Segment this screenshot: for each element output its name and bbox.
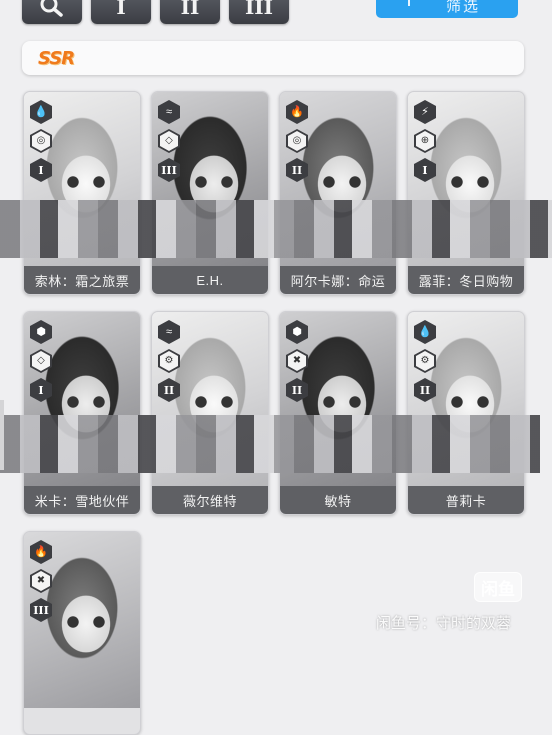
filter-button[interactable]: 筛选 [376, 0, 518, 18]
character-card[interactable]: ≈ ◇ III E.H. [151, 91, 269, 295]
search-icon [40, 0, 63, 17]
rank-1-filter-button[interactable]: I [91, 0, 151, 24]
shield-icon: ◇ [30, 349, 52, 373]
rank-badge: II [158, 378, 180, 402]
rank-badge: I [30, 378, 52, 402]
character-card[interactable]: 💧 ◎ I 索林：霜之旅票 [23, 91, 141, 295]
top-toolbar: I II III 筛选 [0, 0, 552, 30]
crosshair-icon: ⊕ [414, 129, 436, 153]
rank-3-filter-button[interactable]: III [229, 0, 289, 24]
character-name: E.H. [152, 266, 268, 294]
character-card[interactable]: 🔥 ◎ II 阿尔卡娜：命运 [279, 91, 397, 295]
character-name: 露菲：冬日购物 [408, 266, 524, 294]
target-icon: ◎ [286, 129, 308, 153]
character-name: 阿尔卡娜：命运 [280, 266, 396, 294]
wind-icon: ≈ [158, 320, 180, 344]
character-card[interactable]: 🔥 ✖ III [23, 531, 141, 735]
character-card[interactable]: ⬢ ✖ II 敏特 [279, 311, 397, 515]
iron-icon: ⬢ [286, 320, 308, 344]
character-card[interactable]: ≈ ⚙ II 薇尔维特 [151, 311, 269, 515]
water-drop-icon: 💧 [30, 100, 52, 124]
cross-icon: ✖ [30, 569, 52, 593]
rank-badge: III [158, 158, 180, 182]
shield-icon: ◇ [158, 129, 180, 153]
rank-badge: II [286, 158, 308, 182]
rank-badge: II [414, 378, 436, 402]
rank-badge: III [30, 598, 52, 622]
character-name: 普莉卡 [408, 486, 524, 514]
watermark-logo: 闲鱼 [474, 572, 522, 602]
rarity-header: SSR [22, 41, 524, 75]
rank-badge: I [414, 158, 436, 182]
character-name: 敏特 [280, 486, 396, 514]
character-card[interactable]: ⚡ ⊕ I 露菲：冬日购物 [407, 91, 525, 295]
filter-label: 筛选 [446, 0, 481, 15]
filter-icon [408, 0, 410, 6]
character-card[interactable]: ⬢ ◇ I 米卡：雪地伙伴 [23, 311, 141, 515]
left-edge-handle [0, 400, 4, 470]
fire-icon: 🔥 [30, 540, 52, 564]
iron-icon: ⬢ [30, 320, 52, 344]
character-name: 索林：霜之旅票 [24, 266, 140, 294]
lightning-icon: ⚡ [414, 100, 436, 124]
character-name: 薇尔维特 [152, 486, 268, 514]
character-name: 米卡：雪地伙伴 [24, 486, 140, 514]
watermark-text: 闲鱼号：守时的双蓉 [376, 615, 512, 632]
rank-badge: I [30, 158, 52, 182]
ssr-rarity-label: SSR [38, 48, 75, 69]
rank-2-filter-button[interactable]: II [160, 0, 220, 24]
cross-icon: ✖ [286, 349, 308, 373]
water-drop-icon: 💧 [414, 320, 436, 344]
rank-badge: II [286, 378, 308, 402]
gear-icon: ⚙ [414, 349, 436, 373]
wind-icon: ≈ [158, 100, 180, 124]
fire-icon: 🔥 [286, 100, 308, 124]
character-card[interactable]: 💧 ⚙ II 普莉卡 [407, 311, 525, 515]
target-icon: ◎ [30, 129, 52, 153]
gear-icon: ⚙ [158, 349, 180, 373]
search-button[interactable] [22, 0, 82, 24]
